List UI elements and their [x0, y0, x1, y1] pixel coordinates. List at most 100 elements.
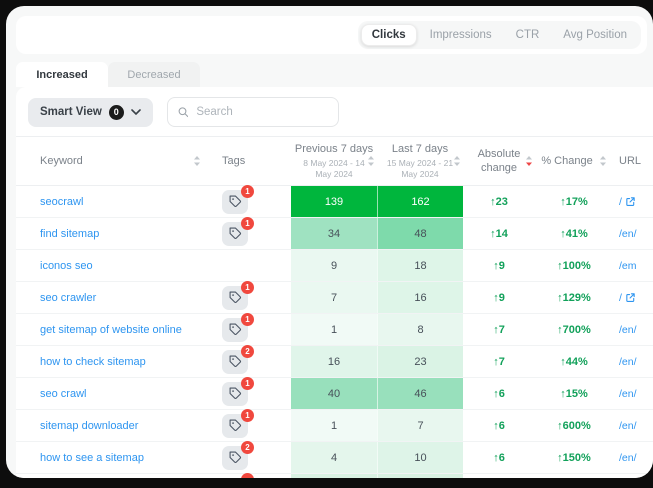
- tab-increased[interactable]: Increased: [16, 62, 108, 87]
- url-link[interactable]: /en/: [619, 388, 637, 400]
- percent-change-value: ↑600%: [535, 410, 613, 441]
- percent-change-value: ↑41%: [535, 218, 613, 249]
- tag-icon: [229, 227, 242, 240]
- tag-count-badge: 1: [241, 313, 254, 326]
- tag-button[interactable]: 1: [222, 414, 248, 438]
- last-value-cell: 7: [377, 410, 463, 441]
- filter-controls: Smart View 0: [16, 87, 653, 136]
- trend-tabs: Increased Decreased: [16, 62, 653, 87]
- table-row: sitemap downloader 1 1 7 ↑6 ↑600% /en/: [16, 410, 653, 442]
- keyword-link[interactable]: get sitemap of website online: [40, 324, 182, 336]
- previous-value-cell: 40: [291, 378, 377, 409]
- table-row: find sitemap 1 34 48 ↑14 ↑41% /en/: [16, 218, 653, 250]
- absolute-change-value: ↑14: [463, 218, 535, 249]
- tag-icon: [229, 291, 242, 304]
- tab-impressions[interactable]: Impressions: [419, 24, 503, 46]
- absolute-change-value: ↑6: [463, 378, 535, 409]
- tab-clicks[interactable]: Clicks: [361, 24, 417, 46]
- tag-count-badge: 1: [241, 377, 254, 390]
- tag-count-badge: [241, 473, 254, 479]
- url-link[interactable]: /en/: [619, 324, 637, 336]
- header-url[interactable]: URL: [613, 137, 653, 185]
- table-row: [16, 474, 653, 478]
- last-value-cell: 8: [377, 314, 463, 345]
- header-last-7-days[interactable]: Last 7 days 15 May 2024 - 21 May 2024: [377, 137, 463, 185]
- keyword-link[interactable]: sitemap downloader: [40, 420, 138, 432]
- url-link[interactable]: /: [619, 292, 636, 304]
- previous-value-cell: 1: [291, 410, 377, 441]
- percent-change-value: ↑17%: [535, 186, 613, 217]
- table-row: iconos seo 9 18 ↑9 ↑100% /em: [16, 250, 653, 282]
- absolute-change-value: [463, 474, 535, 478]
- percent-change-value: ↑44%: [535, 346, 613, 377]
- sort-icon[interactable]: [453, 155, 461, 167]
- keyword-link[interactable]: how to check sitemap: [40, 356, 146, 368]
- tag-button[interactable]: [222, 478, 248, 479]
- tag-icon: [229, 355, 242, 368]
- search-input[interactable]: [196, 106, 327, 118]
- tag-button[interactable]: 2: [222, 446, 248, 470]
- url-link[interactable]: /en/: [619, 452, 637, 464]
- keyword-link[interactable]: how to see a sitemap: [40, 452, 144, 464]
- url-link[interactable]: /en/: [619, 420, 637, 432]
- keyword-link[interactable]: find sitemap: [40, 228, 99, 240]
- absolute-change-value: ↑9: [463, 282, 535, 313]
- tab-avg-position[interactable]: Avg Position: [552, 24, 638, 46]
- keyword-link[interactable]: iconos seo: [40, 260, 93, 272]
- previous-value-cell: 1: [291, 314, 377, 345]
- url-link[interactable]: /en/: [619, 356, 637, 368]
- absolute-change-value: ↑6: [463, 442, 535, 473]
- keyword-link[interactable]: seocrawl: [40, 196, 83, 208]
- tag-button[interactable]: 1: [222, 318, 248, 342]
- url-link[interactable]: /em: [619, 260, 637, 272]
- absolute-change-value: ↑23: [463, 186, 535, 217]
- last-value-cell: 23: [377, 346, 463, 377]
- header-percent-change[interactable]: % Change: [535, 137, 613, 185]
- sort-icon[interactable]: [367, 155, 375, 167]
- keyword-link[interactable]: seo crawler: [40, 292, 96, 304]
- tag-count-badge: 2: [241, 441, 254, 454]
- tag-button[interactable]: 1: [222, 222, 248, 246]
- table-row: how to see a sitemap 2 4 10 ↑6 ↑150% /en…: [16, 442, 653, 474]
- previous-value-cell: 34: [291, 218, 377, 249]
- header-previous-7-days[interactable]: Previous 7 days 8 May 2024 - 14 May 2024: [291, 137, 377, 185]
- tag-count-badge: 1: [241, 217, 254, 230]
- tag-button[interactable]: 1: [222, 286, 248, 310]
- url-link[interactable]: /en/: [619, 228, 637, 240]
- search-icon: [178, 106, 189, 118]
- last-value-cell: 162: [377, 186, 463, 217]
- tab-ctr[interactable]: CTR: [505, 24, 551, 46]
- tag-button[interactable]: 1: [222, 190, 248, 214]
- sort-icon-active[interactable]: [525, 155, 533, 167]
- last-value-cell: 10: [377, 442, 463, 473]
- table-row: get sitemap of website online 1 1 8 ↑7 ↑…: [16, 314, 653, 346]
- sort-icon[interactable]: [599, 155, 607, 167]
- smart-view-label: Smart View: [40, 106, 102, 118]
- table-row: how to check sitemap 2 16 23 ↑7 ↑44% /en…: [16, 346, 653, 378]
- percent-change-value: ↑100%: [535, 250, 613, 281]
- keyword-link[interactable]: seo crawl: [40, 388, 86, 400]
- smart-view-dropdown[interactable]: Smart View 0: [28, 98, 153, 127]
- sort-icon[interactable]: [193, 155, 201, 167]
- tag-button[interactable]: 1: [222, 382, 248, 406]
- tag-count-badge: 1: [241, 281, 254, 294]
- tag-button[interactable]: 2: [222, 350, 248, 374]
- header-absolute-change[interactable]: Absolute change: [463, 137, 535, 185]
- absolute-change-value: ↑7: [463, 346, 535, 377]
- last-value-cell: 46: [377, 378, 463, 409]
- percent-change-value: [535, 474, 613, 478]
- previous-value-cell: 16: [291, 346, 377, 377]
- app-frame: Clicks Impressions CTR Avg Position Incr…: [6, 6, 653, 478]
- last-value-cell: [377, 474, 463, 478]
- table-header: Keyword Tags Previous 7 days 8 May 2024 …: [16, 136, 653, 186]
- header-keyword[interactable]: Keyword: [16, 137, 213, 185]
- percent-change-value: ↑700%: [535, 314, 613, 345]
- previous-value-cell: [291, 474, 377, 478]
- previous-value-cell: 9: [291, 250, 377, 281]
- tab-decreased[interactable]: Decreased: [108, 62, 200, 87]
- url-link[interactable]: /: [619, 196, 636, 208]
- last-value-cell: 48: [377, 218, 463, 249]
- last-value-cell: 16: [377, 282, 463, 313]
- metric-toolbar: Clicks Impressions CTR Avg Position: [16, 16, 647, 54]
- tag-icon: [229, 387, 242, 400]
